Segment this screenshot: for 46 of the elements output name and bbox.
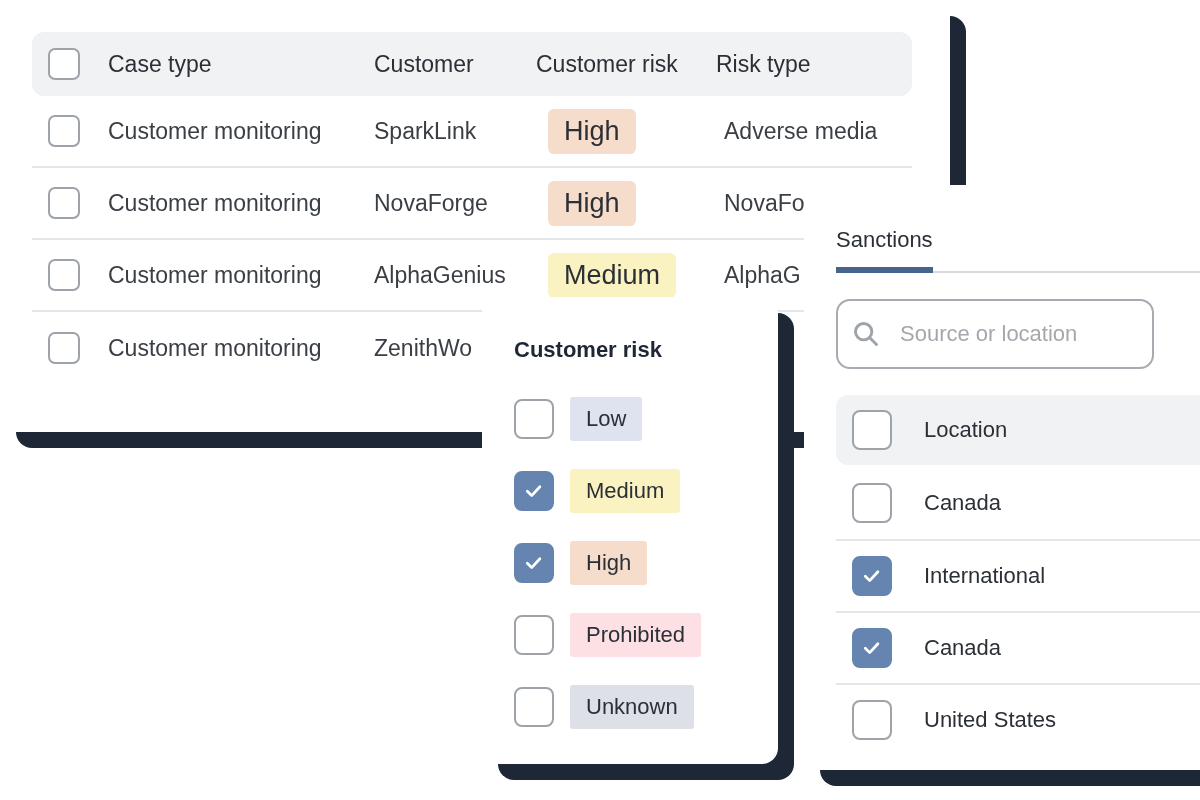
table-cell-text: Adverse media: [723, 117, 879, 145]
table-cell-text: Customer monitoring: [108, 334, 323, 362]
option-checkbox[interactable]: [514, 471, 554, 511]
option-checkbox[interactable]: [514, 615, 554, 655]
risk-tag: Low: [570, 397, 643, 441]
risk-tag: Prohibited: [570, 613, 702, 657]
table-cell-text: AlphaG: [723, 261, 802, 289]
item-checkbox[interactable]: [852, 483, 892, 523]
item-checkbox[interactable]: [852, 628, 892, 668]
item-checkbox[interactable]: [852, 556, 892, 596]
column-header: Customer: [374, 50, 475, 78]
table-cell-text: Customer monitoring: [108, 261, 323, 289]
table-cell-text: NovaFo: [723, 189, 806, 217]
item-label: United States: [924, 707, 1057, 733]
column-header: Risk type: [716, 50, 812, 78]
risk-tag: High: [570, 541, 648, 585]
search-field[interactable]: Source or location: [836, 299, 1154, 369]
option-checkbox[interactable]: [514, 399, 554, 439]
item-label: International: [924, 563, 1046, 589]
risk-tag: High: [548, 180, 636, 226]
column-header: Customer risk: [536, 50, 679, 78]
row-checkbox[interactable]: [48, 187, 80, 219]
item-label: Canada: [924, 635, 1002, 661]
risk-tag: High: [548, 108, 636, 154]
row-checkbox[interactable]: [48, 259, 80, 291]
risk-tag: Medium: [548, 252, 677, 298]
option-checkbox[interactable]: [514, 543, 554, 583]
item-checkbox[interactable]: [852, 700, 892, 740]
table-cell-text: Customer monitoring: [108, 117, 323, 145]
select-all-checkbox[interactable]: [48, 48, 80, 80]
header-checkbox[interactable]: [852, 410, 892, 450]
option-checkbox[interactable]: [514, 687, 554, 727]
risk-tag: Unknown: [570, 685, 694, 729]
list-header-label: Location: [924, 417, 1008, 443]
popup-title: Customer risk: [514, 337, 663, 363]
column-header: Case type: [108, 50, 213, 78]
table-cell-text: NovaForge: [374, 189, 489, 217]
row-checkbox[interactable]: [48, 332, 80, 364]
table-cell-text: AlphaGenius: [374, 261, 507, 289]
risk-tag: Medium: [570, 469, 681, 513]
item-label: Canada: [924, 490, 1002, 516]
table-cell-text: SparkLink: [374, 117, 478, 145]
table-cell-text: Customer monitoring: [108, 189, 323, 217]
row-checkbox[interactable]: [48, 115, 80, 147]
tab[interactable]: Sanctions: [836, 227, 933, 273]
search-icon: [852, 320, 880, 348]
